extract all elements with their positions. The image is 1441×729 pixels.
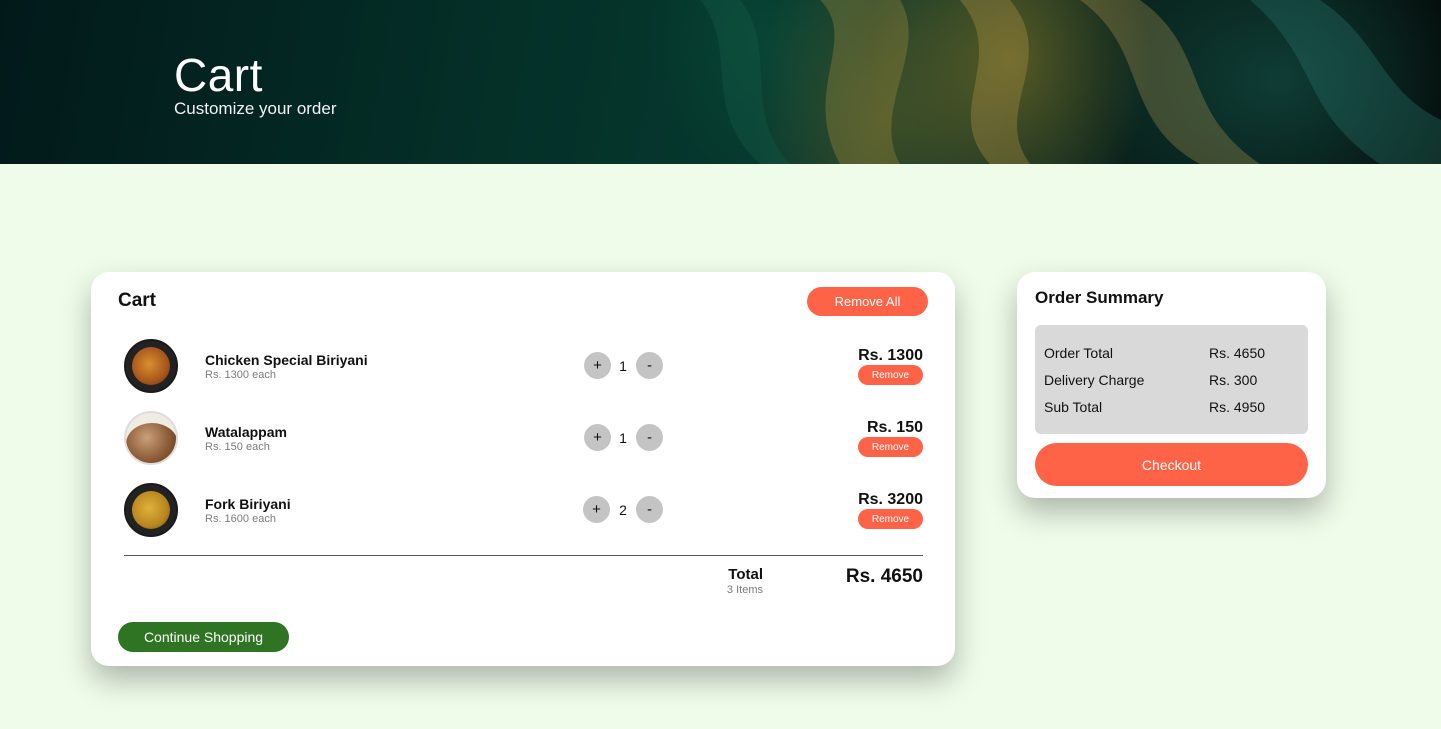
summary-label: Sub Total [1044,399,1103,415]
page-title: Cart [174,49,263,101]
increase-quantity-button[interactable]: + [584,352,611,379]
summary-row: Delivery Charge Rs. 300 [1044,372,1304,390]
increase-quantity-button[interactable]: + [583,496,610,523]
decrease-quantity-button[interactable]: - [636,424,663,451]
item-total-price: Rs. 3200 [858,491,923,508]
item-quantity: 2 [619,502,627,518]
page-subtitle: Customize your order [174,99,337,118]
cart-panel: Cart Remove All Chicken Special Biriyani… [91,272,955,666]
item-image [124,483,178,537]
item-total-price: Rs. 150 [866,419,923,436]
item-unit-price: Rs. 1600 each [205,513,276,525]
remove-item-button[interactable]: Remove [858,437,923,457]
item-name: Chicken Special Biriyani [205,352,368,368]
order-summary-title: Order Summary [1035,288,1164,307]
summary-label: Order Total [1044,345,1113,361]
cart-title: Cart [118,290,157,311]
item-image [124,339,178,393]
continue-shopping-button[interactable]: Continue Shopping [118,622,289,652]
decrease-quantity-button[interactable]: - [636,352,663,379]
checkout-button[interactable]: Checkout [1035,443,1308,486]
summary-value: Rs. 4950 [1209,399,1266,415]
total-item-count: 3 Items [726,584,763,596]
item-total-price: Rs. 1300 [858,347,923,364]
total-label: Total [728,566,763,583]
item-image [124,411,178,465]
cart-item: Watalappam Rs. 150 each + 1 - Rs. 150 Re… [91,411,955,471]
summary-value: Rs. 300 [1209,372,1258,388]
remove-item-button[interactable]: Remove [858,365,923,385]
increase-quantity-button[interactable]: + [584,424,611,451]
remove-item-button[interactable]: Remove [858,509,923,529]
divider [124,555,923,556]
cart-item: Fork Biriyani Rs. 1600 each + 2 - Rs. 32… [91,483,955,543]
hero-banner: Cart Customize your order [0,0,1441,164]
summary-row: Order Total Rs. 4650 [1044,345,1304,363]
item-unit-price: Rs. 150 each [205,441,270,453]
decrease-quantity-button[interactable]: - [636,496,663,523]
item-unit-price: Rs. 1300 each [205,369,276,381]
item-quantity: 1 [619,358,627,374]
summary-row: Sub Total Rs. 4950 [1044,399,1304,417]
item-quantity: 1 [619,430,627,446]
order-summary-panel: Order Summary Order Total Rs. 4650 Deliv… [1017,272,1326,498]
remove-all-button[interactable]: Remove All [807,287,928,316]
total-amount: Rs. 4650 [845,566,923,587]
summary-label: Delivery Charge [1044,372,1145,388]
cart-item: Chicken Special Biriyani Rs. 1300 each +… [91,339,955,399]
summary-value: Rs. 4650 [1209,345,1266,361]
item-name: Watalappam [205,424,287,440]
summary-table: Order Total Rs. 4650 Delivery Charge Rs.… [1035,325,1308,434]
item-name: Fork Biriyani [205,496,291,512]
